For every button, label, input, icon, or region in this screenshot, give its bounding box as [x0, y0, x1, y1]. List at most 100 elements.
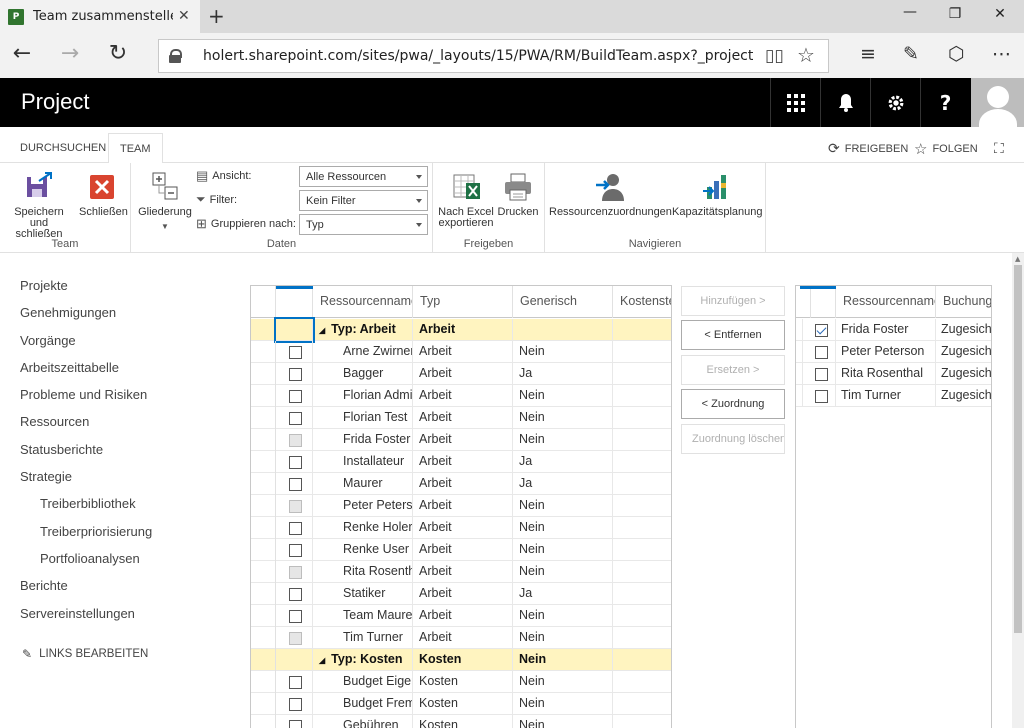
row-checkbox[interactable] [289, 544, 302, 557]
row-select-cell[interactable] [276, 539, 313, 561]
left-header-name[interactable]: Ressourcenname [313, 286, 413, 318]
row-select-cell[interactable] [276, 671, 313, 693]
table-row[interactable]: Maurer Arbeit Ja [251, 473, 671, 495]
row-select-cell[interactable] [276, 605, 313, 627]
resource-name[interactable]: Florian Admin [313, 385, 413, 407]
nav-item-0[interactable]: Projekte [20, 278, 68, 293]
edit-links-button[interactable]: ✎ LINKS BEARBEITEN [22, 647, 148, 661]
right-header-booking[interactable]: Buchungstyp [936, 286, 991, 318]
resource-name[interactable]: Bagger [313, 363, 413, 385]
row-checkbox[interactable] [289, 478, 302, 491]
restore-icon[interactable]: ❐ [945, 6, 965, 22]
export-excel-button[interactable]: Nach Excel exportieren [437, 171, 495, 229]
share-button[interactable]: ⟳ FREIGEBEN [828, 140, 908, 157]
team-checkbox[interactable] [815, 368, 828, 381]
row-checkbox[interactable] [289, 412, 302, 425]
nav-item-2[interactable]: Vorgänge [20, 333, 76, 348]
help-icon[interactable]: ? [920, 78, 970, 127]
row-select-cell[interactable] [276, 693, 313, 715]
capacity-planning-button[interactable]: Kapazitätsplanung [672, 171, 763, 218]
group-label-cell[interactable]: ◢ Typ: Kosten [313, 649, 413, 671]
row-select-cell[interactable] [276, 627, 313, 649]
back-icon[interactable]: ← [7, 41, 37, 66]
collapse-triangle-icon[interactable]: ◢ [319, 326, 325, 335]
resource-name[interactable]: Budget Fremd [313, 693, 413, 715]
outline-button[interactable]: Gliederung ▼ [134, 171, 196, 232]
resource-name[interactable]: Florian Test [313, 407, 413, 429]
left-header-costcenter[interactable]: Kostenstelle [613, 286, 671, 318]
nav-item2-1[interactable]: Servereinstellungen [20, 606, 135, 621]
nav-item2-0[interactable]: Berichte [20, 578, 68, 593]
window-close-icon[interactable]: ✕ [990, 6, 1010, 22]
table-row[interactable]: Statiker Arbeit Ja [251, 583, 671, 605]
new-tab-icon[interactable]: + [208, 4, 225, 28]
web-note-icon[interactable]: ✎ [903, 43, 919, 65]
resource-name[interactable]: Arne Zwirner [313, 341, 413, 363]
add-button[interactable]: Hinzufügen > [681, 286, 785, 316]
row-select-cell[interactable] [276, 451, 313, 473]
table-row[interactable]: Florian Admin Arbeit Nein [251, 385, 671, 407]
table-row[interactable]: Renke User Arbeit Nein [251, 539, 671, 561]
row-checkbox[interactable] [289, 720, 302, 728]
group-label-cell[interactable]: ◢ Typ: Arbeit [313, 319, 413, 341]
minimize-icon[interactable]: — [900, 4, 920, 20]
resource-name[interactable]: Installateur [313, 451, 413, 473]
row-checkbox[interactable] [289, 698, 302, 711]
favorite-star-icon[interactable]: ☆ [797, 43, 815, 67]
forward-icon[interactable]: → [55, 41, 85, 66]
view-select[interactable]: Alle Ressourcen [299, 166, 428, 187]
row-checkbox[interactable] [289, 368, 302, 381]
row-select-cell[interactable] [276, 583, 313, 605]
nav-subitem-1[interactable]: Treiberpriorisierung [40, 524, 152, 539]
table-row[interactable]: Renke Holert Arbeit Nein [251, 517, 671, 539]
nav-item-6[interactable]: Statusberichte [20, 442, 103, 457]
resource-name[interactable]: Renke User [313, 539, 413, 561]
page-scrollbar[interactable]: ▲ [1012, 253, 1024, 728]
team-row[interactable]: Peter PetersonZugesichert [796, 341, 991, 363]
notification-bell-icon[interactable] [820, 78, 870, 127]
close-button[interactable]: Schließen [79, 171, 128, 218]
resource-name[interactable]: Tim Turner [313, 627, 413, 649]
team-select-cell[interactable] [800, 319, 836, 341]
row-checkbox[interactable] [289, 346, 302, 359]
table-row[interactable]: Peter PetersonArbeitNein [251, 495, 671, 517]
team-resource-name[interactable]: Peter Peterson [836, 341, 936, 363]
team-row[interactable]: Frida FosterZugesichert [796, 319, 991, 341]
share-icon[interactable]: ⬡ [948, 43, 965, 65]
group-select-cell[interactable] [276, 649, 313, 671]
row-select-cell[interactable] [276, 385, 313, 407]
nav-item-3[interactable]: Arbeitszeittabelle [20, 360, 119, 375]
row-select-cell[interactable] [276, 429, 313, 451]
team-resource-name[interactable]: Frida Foster [836, 319, 936, 341]
right-select-all-cell[interactable] [800, 286, 836, 318]
team-checkbox[interactable] [815, 346, 828, 359]
hub-icon[interactable]: ≡ [860, 43, 876, 65]
more-icon[interactable]: ⋯ [992, 43, 1011, 65]
table-row[interactable]: Installateur Arbeit Ja [251, 451, 671, 473]
table-row[interactable]: Florian Test Arbeit Nein [251, 407, 671, 429]
team-resource-name[interactable]: Rita Rosenthal [836, 363, 936, 385]
nav-item-5[interactable]: Ressourcen [20, 414, 89, 429]
right-header-name[interactable]: Ressourcenname [836, 286, 936, 318]
row-checkbox[interactable] [289, 676, 302, 689]
url-text[interactable]: holert.sharepoint.com/sites/pwa/_layouts… [203, 48, 753, 64]
scroll-up-icon[interactable]: ▲ [1015, 255, 1020, 263]
resource-name[interactable]: Rita Rosenthal [313, 561, 413, 583]
remove-button[interactable]: < Entfernen [681, 320, 785, 350]
left-header-type[interactable]: Typ [413, 286, 513, 318]
row-checkbox[interactable] [289, 522, 302, 535]
replace-button[interactable]: Ersetzen > [681, 355, 785, 385]
group-row[interactable]: ◢ Typ: Arbeit Arbeit [251, 317, 671, 343]
table-row[interactable]: Team Maurer Arbeit Nein [251, 605, 671, 627]
team-select-cell[interactable] [800, 341, 836, 363]
tab-durchsuchen[interactable]: DURCHSUCHEN [20, 142, 106, 154]
team-row[interactable]: Rita RosenthalZugesichert [796, 363, 991, 385]
app-title[interactable]: Project [21, 89, 89, 115]
row-checkbox[interactable] [289, 456, 302, 469]
resource-assignments-button[interactable]: Ressourcenzuordnungen [549, 171, 672, 218]
focus-mode-icon[interactable]: ⛶ [994, 140, 1004, 157]
row-select-cell[interactable] [276, 561, 313, 583]
table-row[interactable]: Budget Eigen Kosten Nein [251, 671, 671, 693]
table-row[interactable]: Budget FremdKostenNein [251, 693, 671, 715]
row-select-cell[interactable] [276, 363, 313, 385]
